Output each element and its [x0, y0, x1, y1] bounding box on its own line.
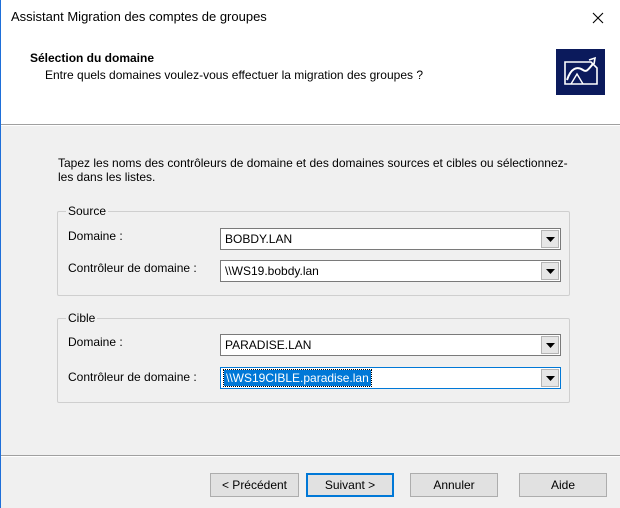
- cancel-button[interactable]: Annuler: [410, 473, 498, 497]
- page-subtitle: Entre quels domaines voulez-vous effectu…: [45, 68, 423, 82]
- wizard-window: Assistant Migration des comptes de group…: [0, 0, 620, 508]
- chevron-down-icon[interactable]: [541, 262, 559, 280]
- target-dc-label: Contrôleur de domaine :: [68, 370, 197, 384]
- title-bar: Assistant Migration des comptes de group…: [1, 0, 620, 35]
- target-domain-value: PARADISE.LAN: [225, 338, 312, 352]
- target-group: Cible Domaine : PARADISE.LAN Contrôleur …: [57, 311, 570, 403]
- close-icon: [592, 12, 604, 23]
- source-domain-combo[interactable]: BOBDY.LAN: [220, 228, 561, 250]
- target-legend: Cible: [66, 311, 98, 325]
- footer-separator: [1, 455, 620, 457]
- source-domain-value: BOBDY.LAN: [225, 232, 293, 246]
- target-domain-label: Domaine :: [68, 335, 123, 349]
- close-button[interactable]: [575, 0, 620, 35]
- migration-wizard-icon: [556, 49, 605, 95]
- source-group: Source Domaine : BOBDY.LAN Contrôleur de…: [57, 204, 570, 296]
- chevron-down-icon[interactable]: [541, 230, 559, 248]
- source-dc-label: Contrôleur de domaine :: [68, 261, 197, 275]
- chevron-down-icon[interactable]: [541, 369, 559, 387]
- help-button[interactable]: Aide: [519, 473, 607, 497]
- window-title: Assistant Migration des comptes de group…: [11, 9, 267, 24]
- wizard-header: Sélection du domaine Entre quels domaine…: [1, 35, 620, 124]
- previous-button[interactable]: < Précédent: [210, 473, 299, 497]
- target-domain-combo[interactable]: PARADISE.LAN: [220, 334, 561, 356]
- next-button[interactable]: Suivant >: [306, 473, 394, 497]
- source-dc-combo[interactable]: \\WS19.bobdy.lan: [220, 260, 561, 282]
- source-legend: Source: [66, 204, 109, 218]
- instructions-text: Tapez les noms des contrôleurs de domain…: [58, 156, 568, 184]
- source-dc-value: \\WS19.bobdy.lan: [225, 264, 319, 278]
- chevron-down-icon[interactable]: [541, 336, 559, 354]
- header-separator: [1, 124, 620, 126]
- target-dc-combo[interactable]: \\WS19CIBLE.paradise.lan: [220, 367, 561, 389]
- target-dc-value: \\WS19CIBLE.paradise.lan: [223, 369, 372, 387]
- page-title: Sélection du domaine: [30, 51, 155, 65]
- source-domain-label: Domaine :: [68, 229, 123, 243]
